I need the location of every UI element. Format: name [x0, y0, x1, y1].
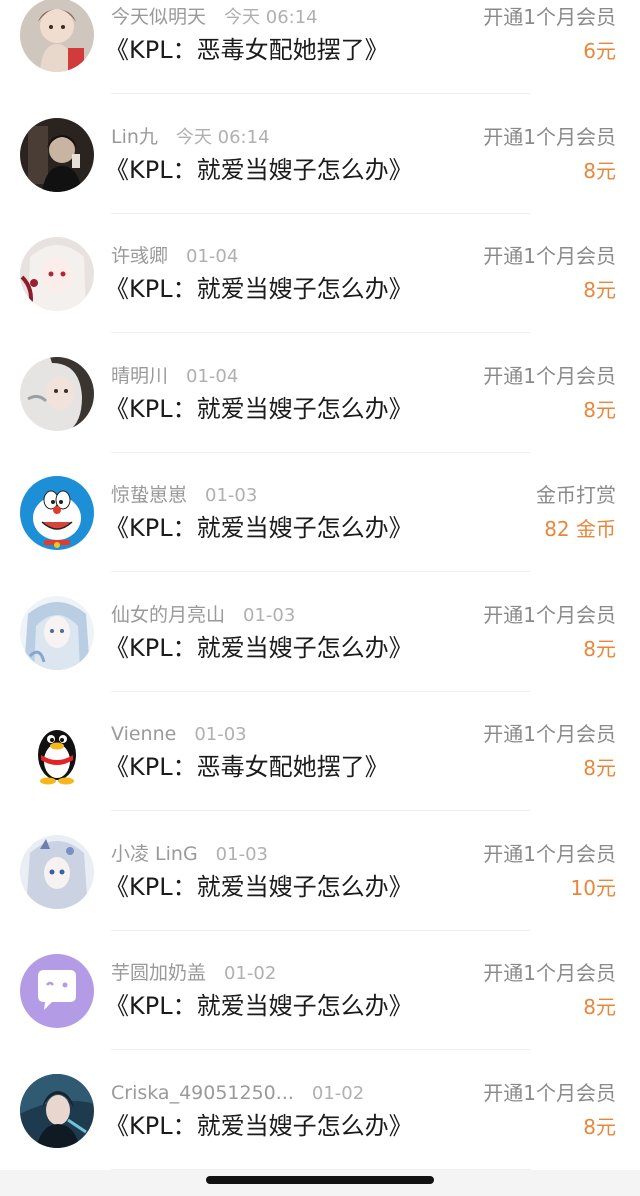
book-title[interactable]: 《KPL：就爱当嫂子怎么办》 [105, 870, 413, 904]
order-row[interactable]: 小凌 LinG 01-03 《KPL：就爱当嫂子怎么办》 开通1个月会员 10元 [0, 834, 640, 957]
order-row[interactable]: Lin九 今天 06:14 《KPL：就爱当嫂子怎么办》 开通1个月会员 8元 [0, 117, 640, 240]
home-indicator[interactable] [206, 1176, 434, 1184]
book-title[interactable]: 《KPL：就爱当嫂子怎么办》 [105, 153, 413, 187]
username[interactable]: 惊蛰崽崽 [111, 484, 187, 506]
purchase-type: 开通1个月会员 [483, 1080, 616, 1105]
order-time: 01-03 [243, 604, 296, 626]
username[interactable]: 小凌 LinG [111, 843, 198, 865]
purchase-type: 开通1个月会员 [483, 961, 616, 985]
purchase-type: 开通1个月会员 [483, 5, 616, 29]
purchase-type: 开通1个月会员 [483, 722, 616, 746]
username[interactable]: 晴明川 [111, 365, 168, 387]
purchase-amount: 10元 [570, 875, 616, 900]
username[interactable]: Vienne [111, 723, 176, 745]
order-time: 今天 06:14 [175, 126, 270, 148]
portrait-avatar[interactable] [20, 356, 94, 431]
order-time: 01-04 [186, 365, 239, 387]
order-row[interactable]: 晴明川 01-04 《KPL：就爱当嫂子怎么办》 开通1个月会员 8元 [0, 356, 640, 479]
purchase-amount: 6元 [583, 39, 616, 63]
anime-silver-avatar[interactable] [20, 834, 94, 909]
order-time: 01-03 [215, 843, 268, 865]
purchase-amount: 8元 [583, 995, 616, 1019]
purchase-type: 开通1个月会员 [483, 363, 616, 388]
order-time: 今天 06:14 [224, 7, 318, 28]
dark-photo-avatar[interactable] [20, 117, 94, 192]
row-divider [111, 1049, 530, 1050]
order-row[interactable]: 惊蛰崽崽 01-03 《KPL：就爱当嫂子怎么办》 金币打赏 82 金币 [0, 476, 640, 598]
order-row[interactable]: Vienne 01-03 《KPL：恶毒女配她摆了》 开通1个月会员 8元 [0, 715, 640, 837]
book-title[interactable]: 《KPL：恶毒女配她摆了》 [105, 33, 389, 67]
book-title[interactable]: 《KPL：就爱当嫂子怎么办》 [105, 631, 413, 665]
username[interactable]: 许彧卿 [111, 245, 168, 267]
book-title[interactable]: 《KPL：就爱当嫂子怎么办》 [105, 392, 413, 426]
row-divider [111, 571, 530, 572]
row-divider [111, 93, 530, 94]
book-title[interactable]: 《KPL：就爱当嫂子怎么办》 [105, 272, 413, 306]
purchase-type: 开通1个月会员 [483, 602, 616, 627]
order-time: 01-04 [186, 246, 239, 267]
order-row[interactable]: 许彧卿 01-04 《KPL：就爱当嫂子怎么办》 开通1个月会员 8元 [0, 237, 640, 359]
row-divider [111, 690, 530, 692]
order-list: 今天似明天 今天 06:14 《KPL：恶毒女配她摆了》 开通1个月会员 6元 Lin九今… [0, 0, 640, 1170]
order-meta: Criska_49051250... 01-02 [111, 1079, 364, 1107]
order-meta: 芋圆加奶盖 01-02 [111, 959, 276, 987]
book-title[interactable]: 《KPL：就爱当嫂子怎么办》 [105, 989, 413, 1023]
username[interactable]: Lin九 [111, 126, 158, 148]
username[interactable]: 仙女的月亮山 [111, 604, 225, 626]
bottom-bar [0, 1170, 640, 1196]
order-row[interactable]: 仙女的月亮山 01-03 《KPL：就爱当嫂子怎么办》 开通1个月会员 8元 [0, 595, 640, 718]
username[interactable]: 今天似明天 [111, 6, 206, 28]
username[interactable]: Criska_49051250... [111, 1082, 294, 1104]
penguin-avatar[interactable] [20, 715, 94, 789]
order-time: 01-02 [224, 963, 277, 984]
purchase-type: 开通1个月会员 [483, 244, 616, 268]
row-divider [111, 929, 530, 931]
order-time: 01-03 [194, 724, 247, 745]
purchase-amount: 82 金币 [544, 517, 616, 541]
row-divider [111, 451, 530, 453]
order-meta: 惊蛰崽崽 01-03 [111, 481, 257, 509]
anime-red-avatar[interactable] [20, 237, 94, 311]
order-meta: Vienne 01-03 [111, 720, 247, 748]
game-character-avatar[interactable] [20, 1073, 94, 1148]
purchase-amount: 8元 [583, 636, 616, 661]
order-row[interactable]: 今天似明天 今天 06:14 《KPL：恶毒女配她摆了》 开通1个月会员 6元 [0, 0, 640, 120]
book-title[interactable]: 《KPL：就爱当嫂子怎么办》 [105, 1109, 413, 1143]
anime-blue-avatar[interactable] [20, 595, 94, 670]
purchase-amount: 8元 [583, 278, 616, 302]
row-divider [111, 332, 530, 333]
order-time: 01-03 [205, 485, 258, 506]
order-row[interactable]: 芋圆加奶盖 01-02 《KPL：就爱当嫂子怎么办》 开通1个月会员 8元 [0, 954, 640, 1076]
purchase-type: 开通1个月会员 [483, 124, 616, 149]
chat-bubble-avatar[interactable] [20, 954, 94, 1028]
purchase-amount: 8元 [583, 158, 616, 183]
username[interactable]: 芋圆加奶盖 [111, 962, 206, 984]
doraemon-avatar[interactable] [20, 476, 94, 550]
order-meta: 小凌 LinG 01-03 [111, 840, 268, 868]
row-divider [111, 810, 530, 811]
order-time: 01-02 [311, 1082, 365, 1104]
purchase-amount: 8元 [583, 756, 616, 780]
purchase-amount: 8元 [583, 1114, 616, 1139]
order-meta: 许彧卿 01-04 [111, 242, 238, 270]
order-meta: 晴明川 01-04 [111, 362, 238, 390]
purchase-type: 金币打赏 [536, 483, 616, 507]
purchase-amount: 8元 [583, 397, 616, 422]
row-divider [111, 212, 530, 214]
book-title[interactable]: 《KPL：恶毒女配她摆了》 [105, 750, 389, 784]
book-title[interactable]: 《KPL：就爱当嫂子怎么办》 [105, 511, 413, 545]
order-meta: Lin九 今天 06:14 [111, 123, 270, 151]
figurine-avatar[interactable] [20, 0, 94, 72]
order-meta: 今天似明天 今天 06:14 [111, 3, 318, 31]
purchase-type: 开通1个月会员 [483, 841, 616, 866]
order-meta: 仙女的月亮山 01-03 [111, 601, 295, 629]
